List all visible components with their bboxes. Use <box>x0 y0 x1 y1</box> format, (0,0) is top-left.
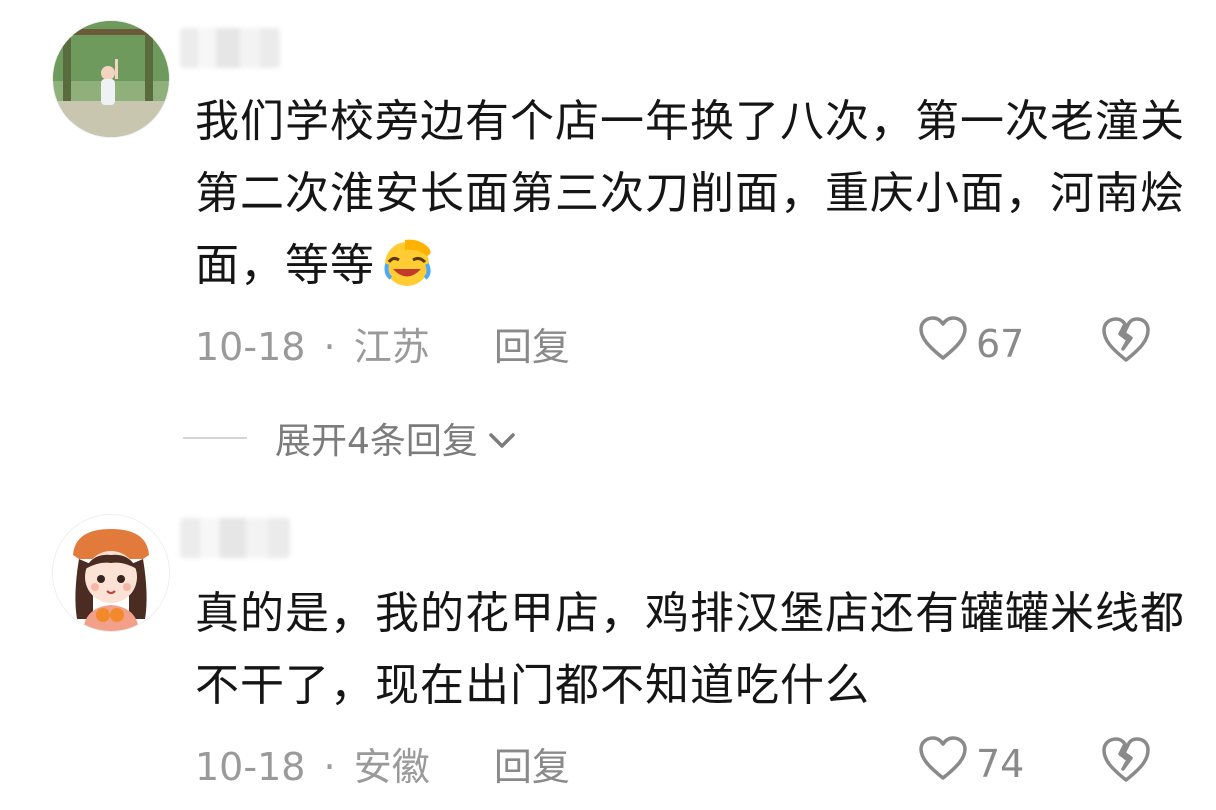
reply-button[interactable]: 回复 <box>494 316 570 371</box>
like-count: 74 <box>976 741 1025 786</box>
comment-text: 我们学校旁边有个店一年换了八次，第一次老潼关第二次淮安长面第三次刀削面，重庆小面… <box>195 86 1185 310</box>
meta-separator: · <box>323 745 336 789</box>
broken-heart-icon <box>1100 737 1152 788</box>
chevron-down-icon <box>488 418 516 459</box>
comment-date: 10-18 <box>195 325 306 369</box>
comment-item: 我们学校旁边有个店一年换了八次，第一次老潼关第二次淮安长面第三次刀削面，重庆小面… <box>0 0 1216 400</box>
like-count: 67 <box>976 321 1025 366</box>
like-button[interactable]: 67 <box>918 316 1024 371</box>
comment-location: 江苏 <box>353 325 430 369</box>
divider-line <box>183 437 247 439</box>
like-button[interactable]: 74 <box>918 736 1024 791</box>
facepalm-laughing-emoji-icon <box>379 236 437 310</box>
avatar[interactable] <box>52 20 170 138</box>
heart-icon <box>918 736 968 791</box>
comment-date: 10-18 <box>195 745 306 789</box>
username-blurred[interactable] <box>180 518 290 558</box>
avatar[interactable] <box>52 514 170 632</box>
reply-button[interactable]: 回复 <box>494 736 570 791</box>
comment-location: 安徽 <box>353 745 430 789</box>
expand-replies-button[interactable]: 展开4条回复 <box>183 412 516 464</box>
comment-item: 真的是，我的花甲店，鸡排汉堡店还有罐罐米线都不干了，现在出门都不知道吃什么 10… <box>0 500 1216 810</box>
expand-replies-label: 展开4条回复 <box>275 421 478 462</box>
comment-text: 真的是，我的花甲店，鸡排汉堡店还有罐罐米线都不干了，现在出门都不知道吃什么 <box>195 588 1185 711</box>
comment-meta: 10-18 · 安徽 回复 <box>195 736 570 791</box>
username-blurred[interactable] <box>180 28 280 68</box>
dislike-button[interactable] <box>1100 316 1152 368</box>
broken-heart-icon <box>1100 317 1152 368</box>
heart-icon <box>918 316 968 371</box>
dislike-button[interactable] <box>1100 736 1152 788</box>
comment-meta: 10-18 · 江苏 回复 <box>195 316 570 371</box>
meta-separator: · <box>323 325 336 369</box>
